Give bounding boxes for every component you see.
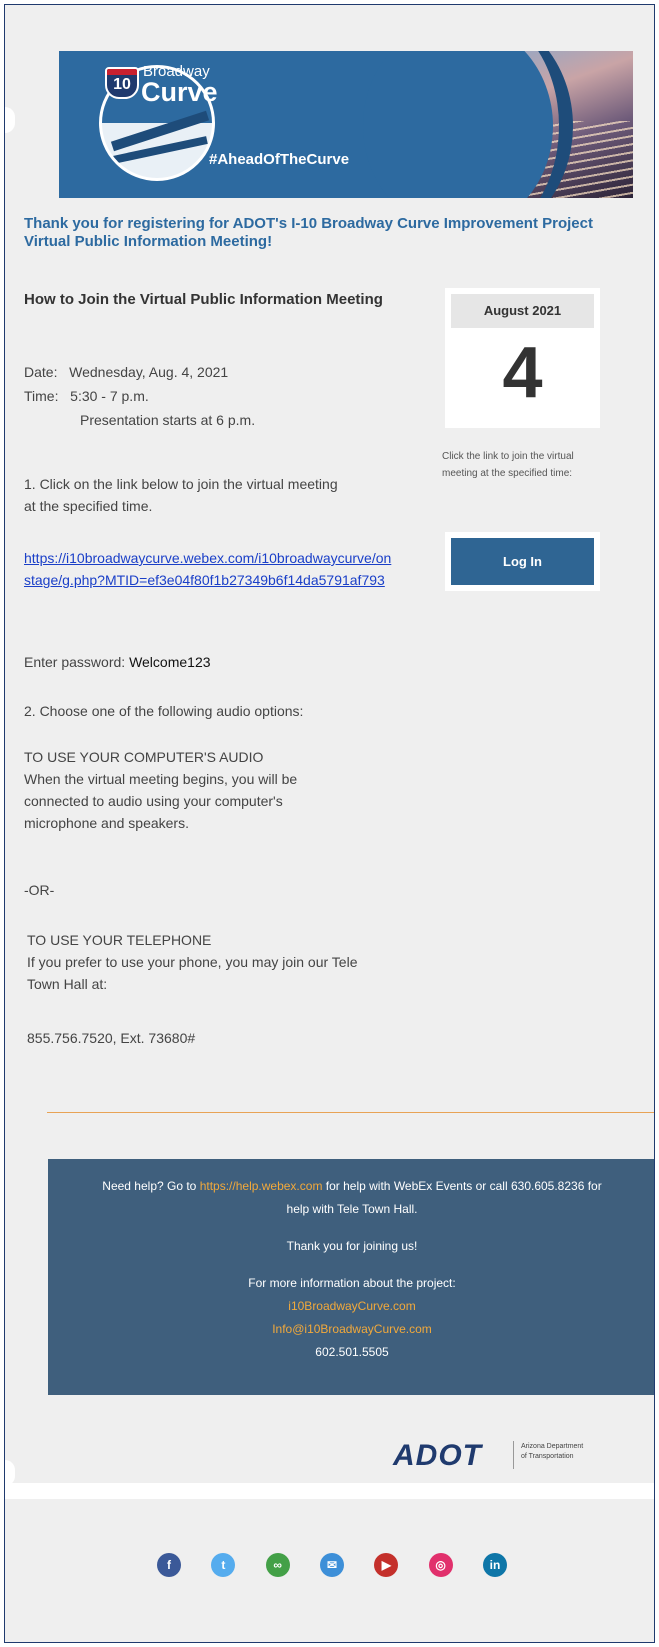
- social-links: f t ∞ ✉ ▶ ◎ in: [157, 1553, 507, 1579]
- banner-curve: [363, 51, 553, 198]
- password-line: Enter password: Welcome123: [24, 651, 384, 673]
- more-info-text: For more information about the project:: [248, 1276, 456, 1290]
- orange-divider: [47, 1112, 654, 1113]
- facebook-icon[interactable]: f: [157, 1553, 181, 1577]
- footer-phone: 602.501.5505: [315, 1345, 389, 1359]
- twitter-icon[interactable]: t: [211, 1553, 236, 1577]
- tele-town-hall-number: 855.756.7520, Ext. 73680#: [27, 1030, 196, 1046]
- presentation-time: Presentation starts at 6 p.m.: [80, 412, 256, 428]
- password-label: Enter password:: [24, 654, 126, 670]
- login-button[interactable]: Log In: [451, 538, 594, 585]
- step-one: 1. Click on the link below to join the v…: [24, 476, 338, 514]
- help-footer: Need help? Go to https://help.webex.com …: [48, 1159, 654, 1395]
- email-link[interactable]: Info@i10BroadwayCurve.com: [272, 1322, 432, 1336]
- registration-heading: Thank you for registering for ADOT's I-1…: [24, 215, 593, 250]
- adot-logo: ADOT: [393, 1439, 482, 1472]
- join-subheading: How to Join the Virtual Public Informati…: [24, 291, 383, 308]
- interstate-shield-icon: 10: [105, 67, 139, 99]
- meeting-schedule: Date: Wednesday, Aug. 4, 2021 Time: 5:30…: [24, 361, 384, 431]
- help-text: Need help? Go to https://help.webex.com …: [102, 1179, 602, 1216]
- hashtag: #AheadOfTheCurve: [209, 151, 350, 168]
- login-card: Log In: [445, 532, 600, 591]
- step-two: 2. Choose one of the following audio opt…: [24, 703, 304, 719]
- computer-audio-text: When the virtual meeting begins, you wil…: [24, 771, 298, 831]
- link-icon[interactable]: ∞: [265, 1553, 290, 1577]
- hero-banner: 10 Broadway Curve #AheadOfTheCurve: [59, 51, 633, 198]
- thanks-text: Thank you for joining us!: [286, 1239, 418, 1253]
- calendar-day: 4: [502, 333, 543, 413]
- date-label: Date:: [24, 364, 58, 380]
- telephone-section: TO USE YOUR TELEPHONE If you prefer to u…: [27, 929, 367, 995]
- computer-audio-section: TO USE YOUR COMPUTER'S AUDIO When the vi…: [24, 746, 354, 834]
- webex-meeting-link[interactable]: https://i10broadwaycurve.webex.com/i10br…: [24, 547, 394, 591]
- or-separator: -OR-: [24, 882, 55, 898]
- telephone-heading: TO USE YOUR TELEPHONE: [27, 932, 212, 948]
- website-link[interactable]: i10BroadwayCurve.com: [288, 1299, 415, 1313]
- time-value: 5:30 - 7 p.m.: [70, 388, 149, 404]
- adot-subtitle: Arizona Department of Transportation: [521, 1443, 584, 1460]
- instagram-icon[interactable]: ◎: [428, 1553, 453, 1577]
- youtube-icon[interactable]: ▶: [374, 1553, 399, 1577]
- linkedin-icon[interactable]: in: [482, 1553, 507, 1577]
- section-separator: [5, 1483, 654, 1499]
- webex-help-link[interactable]: https://help.webex.com: [200, 1179, 323, 1193]
- time-label: Time:: [24, 388, 59, 404]
- side-tab: [5, 107, 15, 133]
- password-value: Welcome123: [129, 654, 211, 670]
- email-icon[interactable]: ✉: [319, 1553, 344, 1577]
- calendar-month: August 2021: [451, 294, 594, 328]
- calendar-card: August 2021 4: [445, 288, 600, 428]
- join-instruction-note: Click the link to join the virtual meeti…: [442, 451, 574, 479]
- email-frame: 10 Broadway Curve #AheadOfTheCurve Thank…: [4, 4, 655, 1643]
- date-value: Wednesday, Aug. 4, 2021: [69, 364, 229, 380]
- telephone-text: If you prefer to use your phone, you may…: [27, 954, 358, 992]
- logo-separator: [513, 1441, 514, 1469]
- computer-audio-heading: TO USE YOUR COMPUTER'S AUDIO: [24, 749, 264, 765]
- brand-name-big: Curve: [141, 77, 218, 107]
